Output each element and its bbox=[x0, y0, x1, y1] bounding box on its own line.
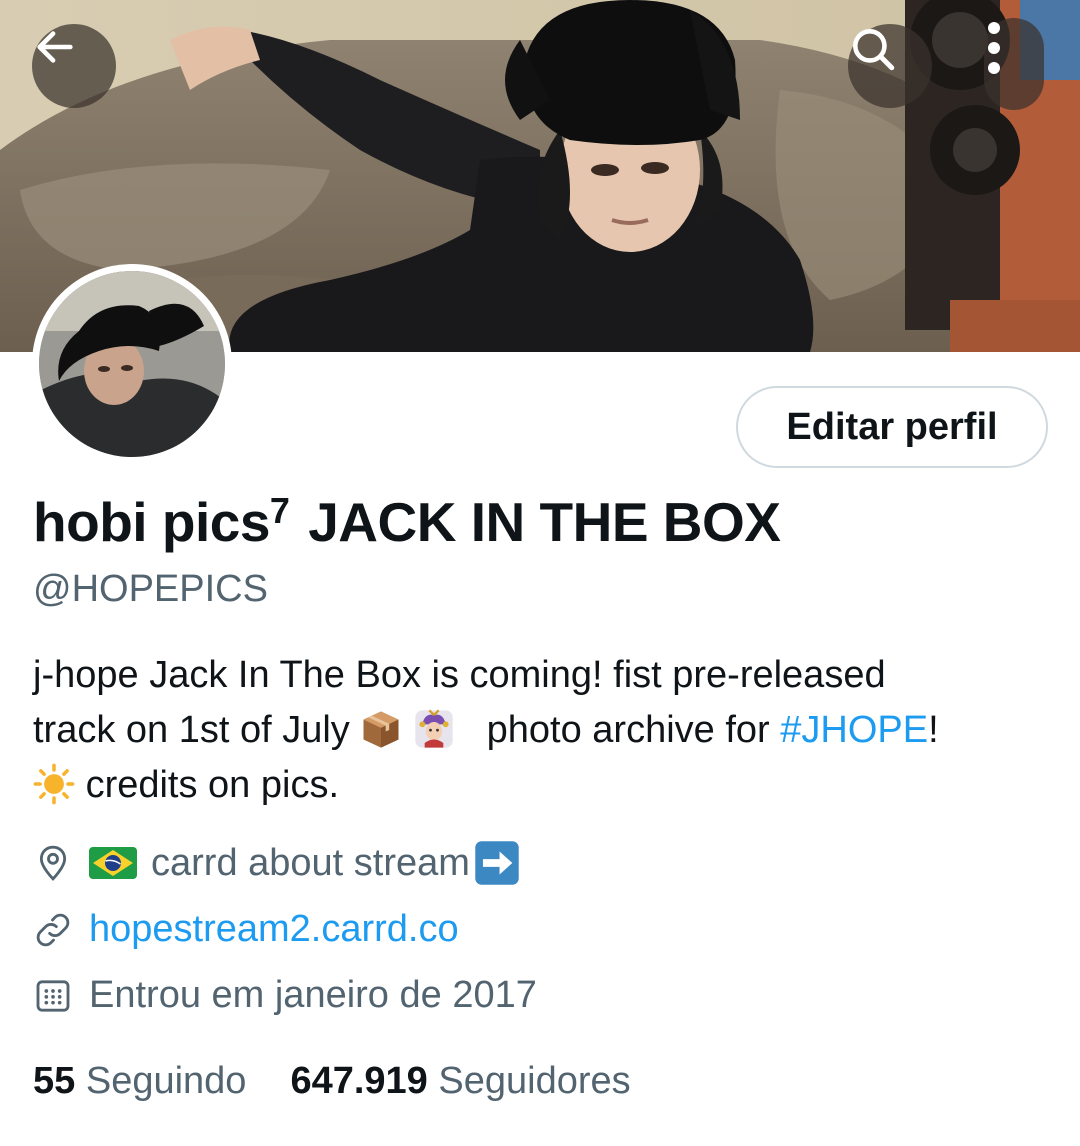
profile-avatar[interactable] bbox=[32, 264, 232, 464]
following-count: 55 bbox=[33, 1060, 76, 1102]
bio-line-3: credits on pics. bbox=[33, 758, 1053, 813]
edit-profile-button[interactable]: Editar perfil bbox=[736, 386, 1048, 468]
profile-page: Editar perfil hobi pics7 JACK IN THE BOX… bbox=[0, 0, 1080, 1146]
package-emoji bbox=[363, 711, 399, 748]
bio-credits-text: credits on pics. bbox=[85, 764, 340, 806]
search-button[interactable] bbox=[848, 24, 932, 108]
username-handle: @HOPEPICS bbox=[33, 568, 268, 610]
bio-text-archive: photo archive for bbox=[486, 709, 770, 751]
hashtag-link[interactable]: #JHOPE bbox=[780, 709, 928, 751]
calendar-icon bbox=[36, 979, 70, 1012]
follow-stats: 55 Seguindo 647.919 Seguidores bbox=[33, 1060, 631, 1103]
more-vertical-icon bbox=[988, 22, 1000, 74]
back-button[interactable] bbox=[32, 24, 116, 108]
location-text: carrd about stream bbox=[151, 841, 470, 884]
website-row: hopestream2.carrd.co bbox=[33, 908, 459, 951]
more-options-button[interactable] bbox=[984, 18, 1044, 110]
link-icon bbox=[36, 913, 70, 946]
display-name-prefix: hobi pics bbox=[33, 491, 270, 553]
right-arrow-emoji bbox=[475, 841, 519, 885]
bio-line-2: track on 1st of July photo archive for #… bbox=[33, 703, 1053, 758]
avatar-photo bbox=[39, 271, 225, 457]
display-name: hobi pics7 JACK IN THE BOX bbox=[33, 490, 781, 554]
followers-count: 647.919 bbox=[290, 1060, 428, 1102]
joined-date-text: Entrou em janeiro de 2017 bbox=[89, 974, 537, 1016]
followers-stat[interactable]: 647.919 Seguidores bbox=[290, 1060, 630, 1103]
following-stat[interactable]: 55 Seguindo bbox=[33, 1060, 246, 1103]
arrow-left-icon bbox=[37, 31, 73, 63]
display-name-superscript: 7 bbox=[269, 490, 290, 531]
display-name-suffix: JACK IN THE BOX bbox=[308, 491, 781, 553]
following-label: Seguindo bbox=[85, 1060, 247, 1102]
bio-text: track on 1st of July bbox=[33, 709, 350, 751]
jester-emoji bbox=[415, 709, 453, 748]
sun-emoji bbox=[33, 763, 75, 805]
joined-row: Entrou em janeiro de 2017 bbox=[33, 974, 537, 1017]
website-link[interactable]: hopestream2.carrd.co bbox=[89, 908, 459, 951]
location-row: carrd about stream bbox=[33, 840, 520, 886]
bio-line-1: j-hope Jack In The Box is coming! fist p… bbox=[33, 654, 886, 696]
location-pin-icon bbox=[39, 845, 67, 881]
brazil-flag-emoji bbox=[89, 847, 137, 879]
profile-bio: j-hope Jack In The Box is coming! fist p… bbox=[33, 648, 1053, 813]
bio-exclamation: ! bbox=[928, 709, 939, 751]
search-icon bbox=[853, 29, 895, 71]
followers-label: Seguidores bbox=[438, 1060, 631, 1102]
